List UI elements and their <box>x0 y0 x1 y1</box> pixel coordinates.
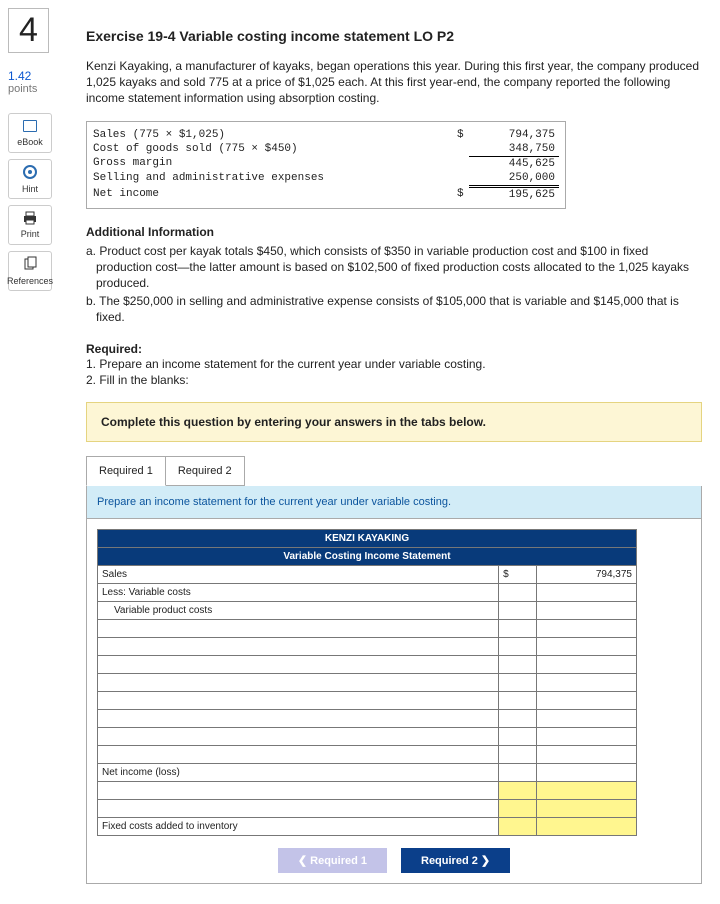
abs-row-label: Sales (775 × $1,025) <box>93 128 457 142</box>
side-references-button[interactable]: References <box>8 251 52 291</box>
ws-row-label[interactable]: Net income (loss) <box>98 763 499 781</box>
ws-row-currency[interactable] <box>499 619 537 637</box>
chevron-left-icon: ❮ <box>298 855 310 867</box>
ws-row-label[interactable] <box>98 745 499 763</box>
additional-heading: Additional Information <box>86 225 702 239</box>
worksheet-wrap: KENZI KAYAKINGVariable Costing Income St… <box>86 519 702 884</box>
book-icon <box>22 119 38 137</box>
side-hint-button[interactable]: Hint <box>8 159 52 199</box>
tab-required-1[interactable]: Required 1 <box>86 456 166 486</box>
ws-row-currency[interactable] <box>499 583 537 601</box>
question-number: 4 <box>8 8 49 53</box>
ws-row-amount[interactable] <box>536 673 636 691</box>
ws-row-currency[interactable] <box>499 817 537 835</box>
tab-strip: Required 1 Required 2 <box>86 456 702 486</box>
ws-row-amount[interactable] <box>536 817 636 835</box>
abs-row-label: Cost of goods sold (775 × $450) <box>93 142 457 157</box>
ws-row-label[interactable] <box>98 709 499 727</box>
abs-row-amount: 794,375 <box>469 128 559 142</box>
ws-row-currency[interactable] <box>499 763 537 781</box>
ws-row-label[interactable] <box>98 655 499 673</box>
complete-prompt: Complete this question by entering your … <box>86 402 702 442</box>
absorption-table: Sales (775 × $1,025)$794,375Cost of good… <box>93 128 559 202</box>
abs-row-amount: 445,625 <box>469 156 559 171</box>
print-icon <box>22 211 38 229</box>
abs-row-label: Net income <box>93 186 457 202</box>
ws-row-amount[interactable] <box>536 691 636 709</box>
absorption-box: Sales (775 × $1,025)$794,375Cost of good… <box>86 121 566 209</box>
ws-row-currency[interactable] <box>499 673 537 691</box>
required-item: 2. Fill in the blanks: <box>86 372 702 388</box>
tab-instruction: Prepare an income statement for the curr… <box>86 486 702 519</box>
side-ebook-button[interactable]: eBook <box>8 113 52 153</box>
abs-row-amount: 348,750 <box>469 142 559 157</box>
ws-row-amount[interactable]: 794,375 <box>536 565 636 583</box>
ws-row-label[interactable]: Less: Variable costs <box>98 583 499 601</box>
tab-required-2[interactable]: Required 2 <box>166 456 245 486</box>
ws-row-amount[interactable] <box>536 655 636 673</box>
ws-row-currency[interactable] <box>499 601 537 619</box>
exercise-title: Exercise 19-4 Variable costing income st… <box>86 28 702 44</box>
ws-row-label[interactable] <box>98 799 499 817</box>
ws-row-amount[interactable] <box>536 727 636 745</box>
ws-row-currency[interactable] <box>499 799 537 817</box>
points-value: 1.42 <box>8 69 82 83</box>
abs-row-amount: 250,000 <box>469 171 559 187</box>
ws-row-label[interactable] <box>98 727 499 745</box>
ws-row-amount[interactable] <box>536 799 636 817</box>
abs-row-label: Selling and administrative expenses <box>93 171 457 187</box>
ws-row-amount[interactable] <box>536 637 636 655</box>
ws-row-currency[interactable] <box>499 637 537 655</box>
ws-row-amount[interactable] <box>536 781 636 799</box>
ws-row-label[interactable] <box>98 673 499 691</box>
copy-icon <box>22 256 38 276</box>
ws-row-label[interactable]: Sales <box>98 565 499 583</box>
ws-row-label[interactable]: Fixed costs added to inventory <box>98 817 499 835</box>
intro-text: Kenzi Kayaking, a manufacturer of kayaks… <box>86 58 702 107</box>
worksheet-table: KENZI KAYAKINGVariable Costing Income St… <box>97 529 637 836</box>
side-print-button[interactable]: Print <box>8 205 52 245</box>
nav-next-button[interactable]: Required 2 ❯ <box>401 848 510 873</box>
ws-row-label[interactable] <box>98 781 499 799</box>
ws-row-label[interactable]: Variable product costs <box>98 601 499 619</box>
required-item: 1. Prepare an income statement for the c… <box>86 356 702 372</box>
ws-title-2: Variable Costing Income Statement <box>98 547 637 565</box>
chevron-right-icon: ❯ <box>478 855 490 867</box>
ws-row-currency[interactable] <box>499 709 537 727</box>
abs-row-label: Gross margin <box>93 156 457 171</box>
ws-row-label[interactable] <box>98 619 499 637</box>
additional-info-item: a. Product cost per kayak totals $450, w… <box>96 243 702 292</box>
ws-title-1: KENZI KAYAKING <box>98 529 637 547</box>
ws-row-amount[interactable] <box>536 745 636 763</box>
ws-row-currency[interactable] <box>499 691 537 709</box>
additional-info-item: b. The $250,000 in selling and administr… <box>96 293 702 325</box>
points-label: points <box>8 83 82 95</box>
abs-row-amount: 195,625 <box>469 186 559 202</box>
ws-row-label[interactable] <box>98 637 499 655</box>
ws-row-amount[interactable] <box>536 709 636 727</box>
ws-row-currency[interactable]: $ <box>499 565 537 583</box>
ws-row-currency[interactable] <box>499 781 537 799</box>
ws-row-amount[interactable] <box>536 601 636 619</box>
nav-prev-button[interactable]: ❮ Required 1 <box>278 848 387 873</box>
ws-row-amount[interactable] <box>536 763 636 781</box>
ws-row-amount[interactable] <box>536 583 636 601</box>
ws-row-currency[interactable] <box>499 655 537 673</box>
ws-row-currency[interactable] <box>499 745 537 763</box>
ws-row-amount[interactable] <box>536 619 636 637</box>
ws-row-label[interactable] <box>98 691 499 709</box>
target-icon <box>22 164 38 184</box>
required-heading: Required: <box>86 342 702 356</box>
ws-row-currency[interactable] <box>499 727 537 745</box>
